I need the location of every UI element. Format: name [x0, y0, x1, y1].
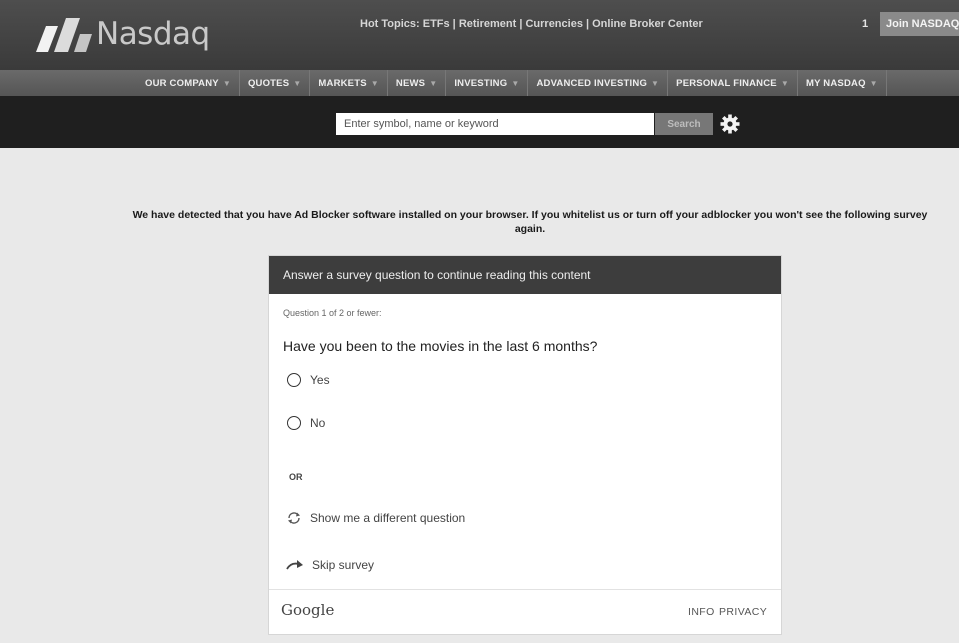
chevron-down-icon: ▼	[293, 78, 302, 88]
site-header: Nasdaq Hot Topics: ETFs | Retirement | C…	[0, 0, 959, 148]
nav-item-our-company[interactable]: OUR COMPANY ▼	[137, 70, 240, 96]
search-bar: Search	[0, 96, 959, 148]
survey-header: Answer a survey question to continue rea…	[269, 256, 781, 294]
skip-survey-label: Skip survey	[312, 558, 375, 572]
option-yes[interactable]: Yes	[287, 373, 330, 387]
skip-survey-link[interactable]: Skip survey	[286, 558, 374, 572]
chevron-down-icon: ▼	[370, 78, 379, 88]
nav-item-advanced-investing[interactable]: ADVANCED INVESTING ▼	[528, 70, 669, 96]
skip-arrow-icon	[286, 560, 303, 570]
nav-item-label: QUOTES	[247, 77, 290, 89]
nav-item-label: OUR COMPANY	[145, 77, 219, 89]
info-link[interactable]: INFO	[688, 606, 715, 618]
chevron-down-icon: ▼	[869, 78, 878, 88]
nasdaq-logo[interactable]: Nasdaq	[34, 14, 210, 54]
nav-item-news[interactable]: NEWS ▼	[388, 70, 447, 96]
option-no[interactable]: No	[287, 416, 325, 430]
survey-dialog: Answer a survey question to continue rea…	[268, 255, 782, 635]
nasdaq-logo-icon	[36, 18, 92, 52]
chevron-down-icon: ▼	[511, 78, 520, 88]
nav-item-label: PERSONAL FINANCE	[676, 77, 777, 89]
main-nav: OUR COMPANY ▼ QUOTES ▼ MARKETS ▼ NEWS ▼ …	[0, 70, 959, 96]
different-question-label: Show me a different question	[310, 511, 466, 525]
option-label: No	[310, 416, 326, 430]
logo-text: Nasdaq	[96, 16, 210, 52]
different-question-link[interactable]: Show me a different question	[286, 511, 465, 525]
google-logo: Google	[281, 601, 335, 619]
privacy-link[interactable]: PRIVACY	[719, 606, 767, 618]
question-count: Question 1 of 2 or fewer:	[283, 308, 382, 318]
chevron-down-icon: ▼	[222, 78, 231, 88]
nav-item-label: MARKETS	[318, 77, 367, 89]
nav-item-my-nasdaq[interactable]: MY NASDAQ ▼	[798, 70, 887, 96]
nav-item-investing[interactable]: INVESTING ▼	[446, 70, 529, 96]
gear-icon[interactable]	[718, 112, 742, 136]
adblock-message: We have detected that you have Ad Blocke…	[132, 209, 928, 235]
nav-item-markets[interactable]: MARKETS ▼	[310, 70, 388, 96]
hot-topics-links[interactable]: Hot Topics: ETFs | Retirement | Currenci…	[360, 18, 703, 30]
radio-button[interactable]	[287, 416, 301, 430]
nav-item-personal-finance[interactable]: PERSONAL FINANCE ▼	[668, 70, 798, 96]
chevron-down-icon: ▼	[780, 78, 789, 88]
top-bar: Nasdaq Hot Topics: ETFs | Retirement | C…	[0, 0, 959, 70]
survey-question: Have you been to the movies in the last …	[283, 338, 598, 354]
search-button[interactable]: Search	[655, 113, 713, 135]
nav-items: OUR COMPANY ▼ QUOTES ▼ MARKETS ▼ NEWS ▼ …	[137, 70, 887, 96]
chevron-down-icon: ▼	[429, 78, 438, 88]
join-nasdaq-button[interactable]: Join NASDAQ	[880, 12, 959, 36]
survey-footer: Google INFO PRIVACY	[269, 589, 781, 635]
refresh-icon	[288, 512, 300, 524]
nav-item-label: ADVANCED INVESTING	[536, 77, 648, 89]
nav-item-label: NEWS	[395, 77, 426, 89]
chevron-down-icon: ▼	[651, 78, 660, 88]
notification-count[interactable]: 1	[862, 18, 868, 30]
nav-item-label: INVESTING	[454, 77, 508, 89]
option-label: Yes	[310, 373, 330, 387]
nav-item-label: MY NASDAQ	[805, 77, 866, 89]
radio-button[interactable]	[287, 373, 301, 387]
search-input[interactable]	[336, 113, 654, 135]
or-divider-label: OR	[289, 472, 303, 482]
nav-item-quotes[interactable]: QUOTES ▼	[240, 70, 311, 96]
